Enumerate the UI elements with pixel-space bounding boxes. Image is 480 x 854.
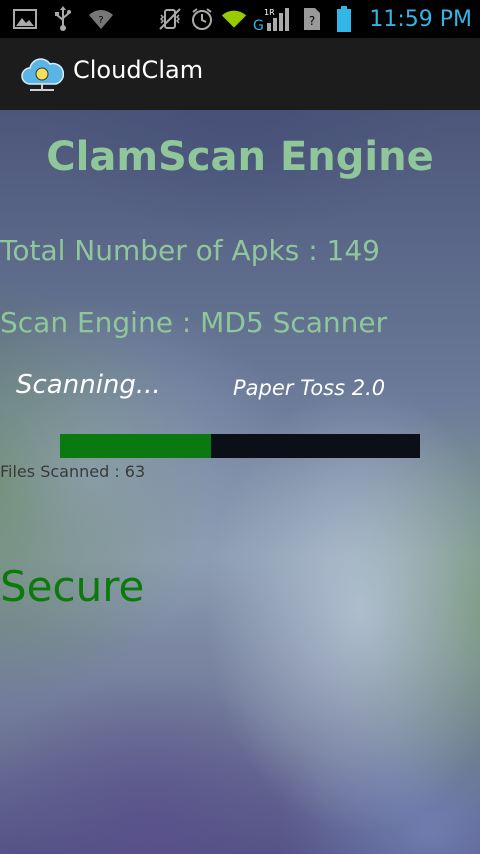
page-title: ClamScan Engine [46, 134, 434, 180]
app-title: CloudClam [73, 56, 204, 84]
usb-icon [50, 6, 76, 32]
files-scanned-label: Files Scanned : 63 [0, 462, 146, 481]
total-apks-label: Total Number of Apks : 149 [0, 234, 380, 267]
cloud-clam-icon[interactable] [20, 54, 65, 94]
no-sim-icon: ? [299, 6, 325, 32]
vibrate-icon [157, 6, 183, 32]
wifi-question-icon: ? [88, 6, 114, 32]
scan-progress-fill [60, 434, 212, 458]
signal-icon: G 1R [253, 6, 293, 32]
status-bar: ? G 1R ? 11:59 PM [0, 0, 480, 38]
battery-icon [331, 6, 357, 32]
wifi-icon [221, 6, 247, 32]
svg-text:?: ? [98, 15, 103, 26]
scan-screen: ClamScan Engine Total Number of Apks : 1… [0, 110, 480, 854]
system-icons: G 1R ? 11:59 PM [157, 6, 472, 32]
roaming-label: 1R [264, 8, 275, 17]
scan-progress-bar [60, 434, 420, 458]
alarm-icon [189, 6, 215, 32]
security-status: Secure [0, 562, 145, 611]
action-bar: CloudClam [0, 38, 480, 112]
scanning-status: Scanning... [16, 370, 161, 400]
notification-icons: ? [12, 6, 114, 32]
current-app-name: Paper Toss 2.0 [233, 376, 386, 400]
svg-text:?: ? [309, 14, 315, 28]
image-icon [12, 6, 38, 32]
clock-time: 11:59 PM [369, 6, 472, 32]
network-type-label: G [253, 18, 264, 32]
scan-engine-label: Scan Engine : MD5 Scanner [0, 306, 388, 339]
